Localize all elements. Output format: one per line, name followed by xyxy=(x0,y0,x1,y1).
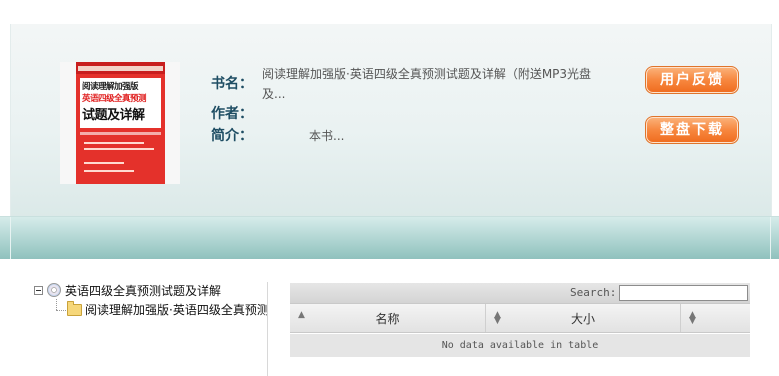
column-header-extra[interactable]: ▲ ▼ xyxy=(681,304,750,332)
author-label: 作者： xyxy=(211,106,253,122)
panel-divider xyxy=(267,282,268,376)
cover-text-1: 阅读理解加强版 xyxy=(82,82,139,92)
tree-root-label[interactable]: 英语四级全真预测试题及详解 xyxy=(65,282,221,299)
tree-guide-line xyxy=(56,299,57,310)
book-title-value: 阅读理解加强版·英语四级全真预测试题及详解（附送MP3光盘及... xyxy=(262,67,592,101)
user-feedback-button[interactable]: 用户反馈 xyxy=(645,66,739,94)
search-input[interactable] xyxy=(619,285,748,301)
table-header-row: ▲ 名称 ▲ ▼ 大小 ▲ ▼ xyxy=(290,303,750,333)
disc-icon xyxy=(47,283,61,297)
collapse-toggle-icon[interactable] xyxy=(34,286,43,295)
tree-guide-line xyxy=(56,310,66,311)
search-label: Search: xyxy=(570,286,617,299)
full-disc-download-button[interactable]: 整盘下载 xyxy=(645,116,739,144)
top-band xyxy=(0,0,779,24)
sort-both-icon: ▲ ▼ xyxy=(689,310,696,326)
summary-value: 本书... xyxy=(309,129,345,143)
table-empty-message: No data available in table xyxy=(290,334,750,357)
title-label: 书名： xyxy=(211,76,253,92)
tree-child-label[interactable]: 阅读理解加强版·英语四级全真预测 xyxy=(85,301,268,318)
cover-text-2: 英语四级全真预测 xyxy=(82,94,147,104)
column-header-size[interactable]: ▲ ▼ 大小 xyxy=(486,304,681,332)
book-cover-image: 阅读理解加强版 英语四级全真预测 试题及详解 xyxy=(60,62,180,184)
folder-icon xyxy=(67,301,82,316)
cover-text-3: 试题及详解 xyxy=(82,108,145,123)
column-header-name[interactable]: ▲ 名称 xyxy=(290,304,486,332)
summary-label: 简介： xyxy=(211,128,253,144)
teal-banner xyxy=(0,216,779,259)
